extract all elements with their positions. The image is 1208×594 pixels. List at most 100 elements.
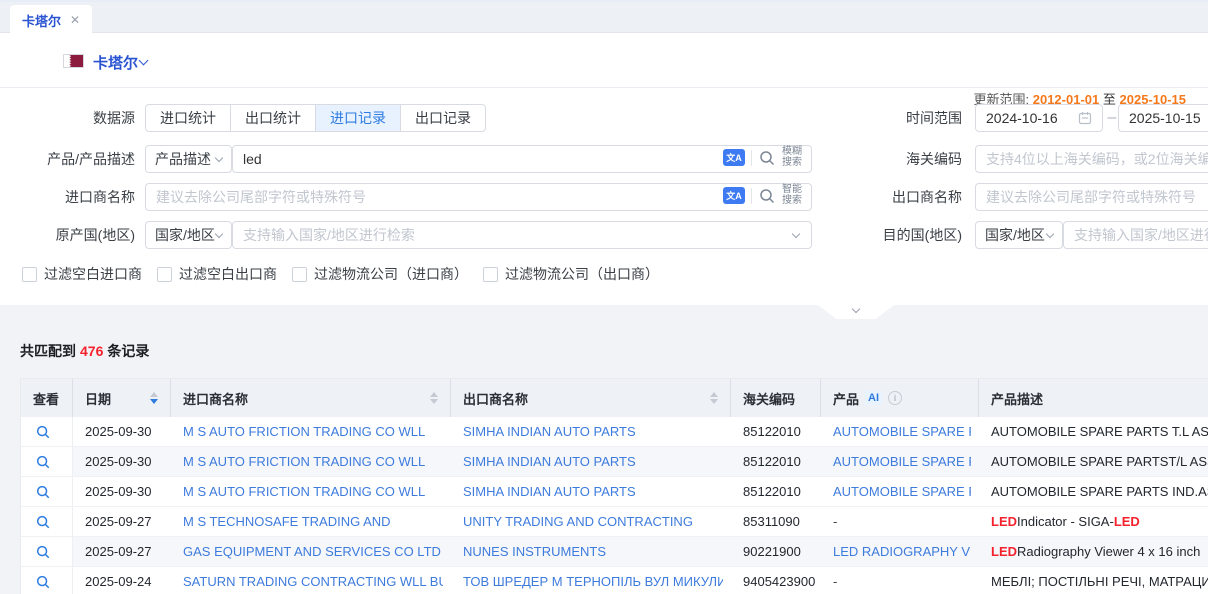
sort-desc-icon[interactable] (150, 399, 158, 404)
filter-checkbox-1[interactable]: 过滤空白出口商 (157, 264, 277, 284)
product-link[interactable]: AUTOMOBILE SPARE P... (833, 484, 971, 499)
tab-close-icon[interactable]: ✕ (70, 13, 80, 27)
exporter-link[interactable]: SIMHA INDIAN AUTO PARTS (463, 484, 636, 499)
cell-product: - (821, 567, 979, 594)
divider (751, 188, 752, 204)
translate-icon[interactable]: 文A (723, 149, 745, 166)
filter-panel: 更新范围: 2012-01-01 至 2025-10-15 数据源 进口统计出口… (0, 88, 1208, 305)
tab-bar: 卡塔尔 ✕ (0, 0, 1208, 33)
destination-type-select[interactable]: 国家/地区 (975, 221, 1063, 249)
cell-date: 2025-09-30 (73, 477, 171, 506)
cell-hs-code: 85122010 (731, 417, 821, 446)
destination-country-input[interactable] (1063, 221, 1208, 249)
importer-input[interactable] (145, 183, 812, 211)
product-empty: - (833, 574, 837, 589)
date-to-input[interactable]: 2025-10-15 (1118, 104, 1208, 132)
sort-asc-icon[interactable] (150, 392, 158, 397)
result-count-suffix: 条记录 (107, 343, 149, 359)
column-header-exporter[interactable]: 出口商名称 (451, 379, 731, 417)
origin-type-select[interactable]: 国家/地区 (145, 221, 232, 249)
chevron-down-icon[interactable] (139, 56, 149, 66)
origin-type-value: 国家/地区 (155, 225, 215, 245)
chevron-down-icon (852, 305, 860, 313)
data-source-group: 进口统计出口统计进口记录出口记录 (145, 104, 486, 132)
importer-link[interactable]: M S AUTO FRICTION TRADING CO WLL (183, 484, 425, 499)
cell-date: 2025-09-27 (73, 507, 171, 536)
sort-desc-icon[interactable] (710, 399, 718, 404)
tab-qatar[interactable]: 卡塔尔 ✕ (10, 5, 92, 35)
smart-search-icon[interactable] (758, 187, 776, 205)
calendar-icon[interactable] (1078, 111, 1092, 125)
cell-importer: M S AUTO FRICTION TRADING CO WLL (171, 417, 451, 446)
view-record-button[interactable] (21, 507, 73, 536)
checkbox-icon[interactable] (22, 267, 37, 282)
data-source-option-2[interactable]: 进口记录 (315, 104, 401, 132)
smart-search-label[interactable]: 智能搜索 (782, 185, 804, 206)
exporter-link[interactable]: SIMHA INDIAN AUTO PARTS (463, 454, 636, 469)
table-row: 2025-09-27GAS EQUIPMENT AND SERVICES CO … (21, 537, 1208, 567)
view-record-button[interactable] (21, 447, 73, 476)
results-zone: 共匹配到476条记录 查看日期进口商名称出口商名称海关编码产品AIi产品描述 2… (0, 305, 1208, 594)
checkbox-icon[interactable] (483, 267, 498, 282)
column-header-date[interactable]: 日期 (73, 379, 171, 417)
cell-exporter: NUNES INSTRUMENTS (451, 537, 731, 566)
view-record-button[interactable] (21, 417, 73, 446)
importer-link[interactable]: M S AUTO FRICTION TRADING CO WLL (183, 454, 425, 469)
filter-checkbox-3[interactable]: 过滤物流公司（出口商） (483, 264, 659, 284)
records-table: 查看日期进口商名称出口商名称海关编码产品AIi产品描述 2025-09-30M … (20, 378, 1208, 594)
checkbox-icon[interactable] (292, 267, 307, 282)
product-link[interactable]: LED RADIOGRAPHY VI... (833, 544, 971, 559)
date-to-value: 2025-10-15 (1129, 110, 1201, 126)
hs-code-input[interactable] (975, 145, 1208, 173)
importer-link[interactable]: SATURN TRADING CONTRACTING WLL BUI... (183, 574, 443, 589)
sort-control[interactable] (150, 392, 158, 404)
data-source-option-3[interactable]: 出口记录 (400, 104, 486, 132)
result-count-prefix: 共匹配到 (20, 343, 76, 359)
exporter-input[interactable] (975, 183, 1208, 211)
table-header: 查看日期进口商名称出口商名称海关编码产品AIi产品描述 (21, 379, 1208, 417)
exporter-link[interactable]: ТОВ ШРЕДЕР М ТЕРНОПІЛЬ ВУЛ МИКУЛИ... (463, 574, 723, 589)
data-source-option-1[interactable]: 出口统计 (230, 104, 316, 132)
checkbox-icon[interactable] (157, 267, 172, 282)
importer-link[interactable]: GAS EQUIPMENT AND SERVICES CO LTD (183, 544, 441, 559)
sort-asc-icon[interactable] (430, 392, 438, 397)
country-title: 卡塔尔 (93, 52, 138, 73)
importer-link[interactable]: M S AUTO FRICTION TRADING CO WLL (183, 424, 425, 439)
cell-product: AUTOMOBILE SPARE P... (821, 447, 979, 476)
collapse-handle[interactable] (818, 305, 894, 319)
sort-asc-icon[interactable] (710, 392, 718, 397)
column-header-importer[interactable]: 进口商名称 (171, 379, 451, 417)
column-label: 产品 (833, 389, 859, 408)
cell-date: 2025-09-24 (73, 567, 171, 594)
product-link[interactable]: AUTOMOBILE SPARE P... (833, 454, 971, 469)
exporter-link[interactable]: SIMHA INDIAN AUTO PARTS (463, 424, 636, 439)
exporter-link[interactable]: NUNES INSTRUMENTS (463, 544, 606, 559)
sort-control[interactable] (430, 392, 438, 404)
cell-importer: GAS EQUIPMENT AND SERVICES CO LTD (171, 537, 451, 566)
date-from-input[interactable]: 2024-10-16 (975, 104, 1103, 132)
product-link[interactable]: AUTOMOBILE SPARE P... (833, 424, 971, 439)
view-record-button[interactable] (21, 537, 73, 566)
filter-checkbox-2[interactable]: 过滤物流公司（进口商） (292, 264, 468, 284)
translate-icon[interactable]: 文A (723, 187, 745, 204)
cell-hs-code: 85311090 (731, 507, 821, 536)
exporter-link[interactable]: UNITY TRADING AND CONTRACTING (463, 514, 693, 529)
table-row: 2025-09-30M S AUTO FRICTION TRADING CO W… (21, 417, 1208, 447)
data-source-option-0[interactable]: 进口统计 (145, 104, 231, 132)
importer-link[interactable]: M S TECHNOSAFE TRADING AND (183, 514, 391, 529)
page: 卡塔尔 ✕ 卡塔尔 更新范围: 2012-01-01 至 2025-10-15 … (0, 0, 1208, 594)
filter-checkbox-0[interactable]: 过滤空白进口商 (22, 264, 142, 284)
sort-desc-icon[interactable] (430, 399, 438, 404)
cell-product: LED RADIOGRAPHY VI... (821, 537, 979, 566)
product-type-value: 产品描述 (155, 149, 211, 169)
cell-exporter: SIMHA INDIAN AUTO PARTS (451, 477, 731, 506)
fuzzy-search-label[interactable]: 模糊搜索 (782, 147, 804, 168)
product-type-select[interactable]: 产品描述 (145, 145, 232, 173)
column-label: 产品描述 (991, 389, 1043, 408)
view-record-button[interactable] (21, 477, 73, 506)
sort-control[interactable] (710, 392, 718, 404)
origin-country-input[interactable] (232, 221, 812, 249)
info-icon[interactable]: i (888, 391, 902, 405)
view-record-button[interactable] (21, 567, 73, 594)
fuzzy-search-icon[interactable] (758, 149, 776, 167)
